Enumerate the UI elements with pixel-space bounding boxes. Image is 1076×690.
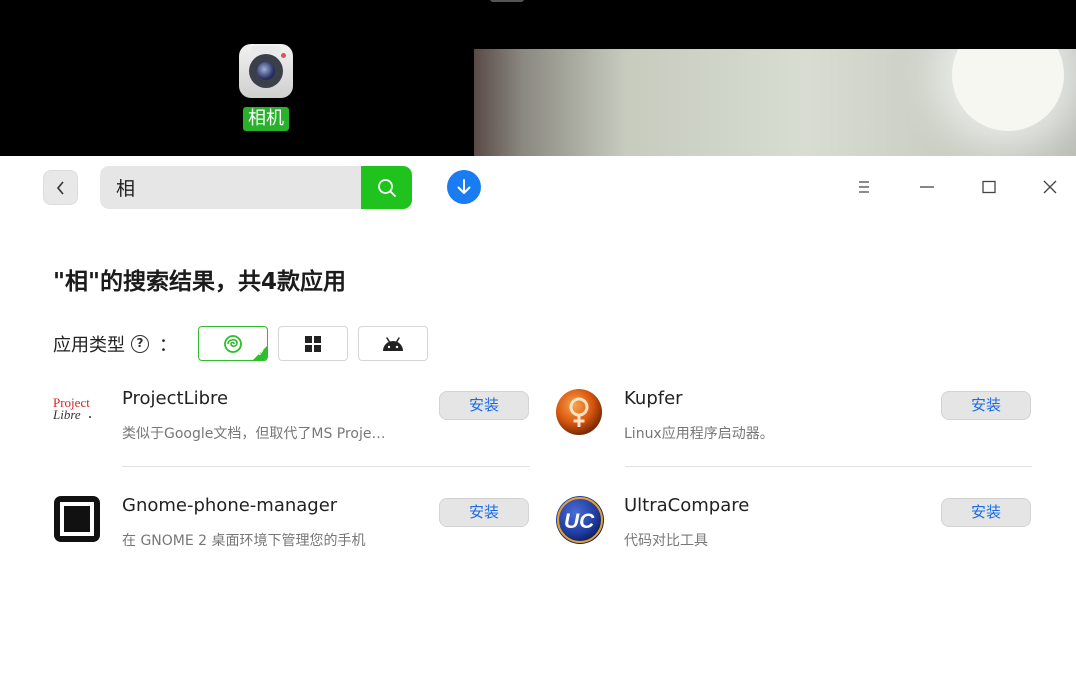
app-type-filter-row: 应用类型 ? ： [53,326,177,362]
app-description: 在 GNOME 2 桌面环境下管理您的手机 [122,533,366,549]
hamburger-menu-icon [859,181,869,193]
minimize-icon [920,186,934,188]
desktop-background: 相机 [0,0,1076,160]
camera-app-label[interactable]: 相机 [243,107,289,131]
filter-windows-button[interactable] [278,326,348,361]
help-icon[interactable]: ? [131,335,149,353]
titlebar [0,156,1076,218]
filter-deepin-button[interactable]: ✓ [198,326,268,361]
app-item-gnome-phone-manager[interactable]: Gnome-phone-manager 在 GNOME 2 桌面环境下管理您的手… [53,495,533,595]
projectlibre-logo-icon[interactable]: Project Libre [52,388,105,440]
deepin-logo-icon [224,334,242,353]
app-name[interactable]: Kupfer [624,388,683,409]
app-name[interactable]: UltraCompare [624,495,749,516]
install-button[interactable]: 安装 [439,498,529,527]
camera-icon[interactable] [239,44,293,98]
filter-android-button[interactable] [358,326,428,361]
search-button[interactable] [361,166,412,209]
desktop-camera-app[interactable]: 相机 [236,44,296,131]
divider [625,466,1032,467]
kupfer-logo-icon[interactable] [555,388,607,440]
minimize-button[interactable] [912,172,942,202]
app-item-projectlibre[interactable]: Project Libre ProjectLibre 类似于Google文档，但… [52,388,533,488]
windows-logo-icon [305,335,321,352]
checkmark-icon: ✓ [257,349,265,359]
app-name[interactable]: Gnome-phone-manager [122,495,337,516]
search-box [100,166,362,209]
projectlibre-logo-text-2: Libre [53,407,81,422]
filter-colon: ： [159,335,177,356]
maximize-button[interactable] [974,172,1004,202]
search-icon [377,178,396,197]
search-input[interactable] [116,166,356,209]
chevron-left-icon [56,180,64,195]
app-type-label: 应用类型 [53,335,125,356]
search-result-title: "相"的搜索结果，共4款应用 [53,269,346,295]
app-item-kupfer[interactable]: Kupfer Linux应用程序启动器。 安装 [555,388,1035,488]
install-button[interactable]: 安装 [439,391,529,420]
close-icon [1043,180,1057,194]
download-arrow-icon [457,179,471,194]
app-description: Linux应用程序启动器。 [624,426,774,442]
android-logo-icon [383,336,403,351]
ultracompare-logo-icon[interactable]: UC [555,495,607,547]
install-button[interactable]: 安装 [941,498,1031,527]
top-panel-handle[interactable] [490,0,524,2]
app-description: 代码对比工具 [624,533,708,549]
app-store-window: "相"的搜索结果，共4款应用 应用类型 ? ： ✓ Project Libre [0,156,1076,690]
close-button[interactable] [1035,172,1065,202]
app-description: 类似于Google文档，但取代了MS Proje… [122,426,386,442]
maximize-icon [982,180,996,194]
download-button[interactable] [447,170,481,204]
install-button[interactable]: 安装 [941,391,1031,420]
ultracompare-logo-text: UC [564,510,595,533]
camera-preview-window [474,49,1076,160]
back-button[interactable] [43,170,78,205]
gnome-phone-manager-logo-icon[interactable] [53,495,105,547]
menu-button[interactable] [849,172,879,202]
app-name[interactable]: ProjectLibre [122,388,228,409]
divider [122,466,530,467]
app-item-ultracompare[interactable]: UC UltraCompare 代码对比工具 安装 [555,495,1035,595]
